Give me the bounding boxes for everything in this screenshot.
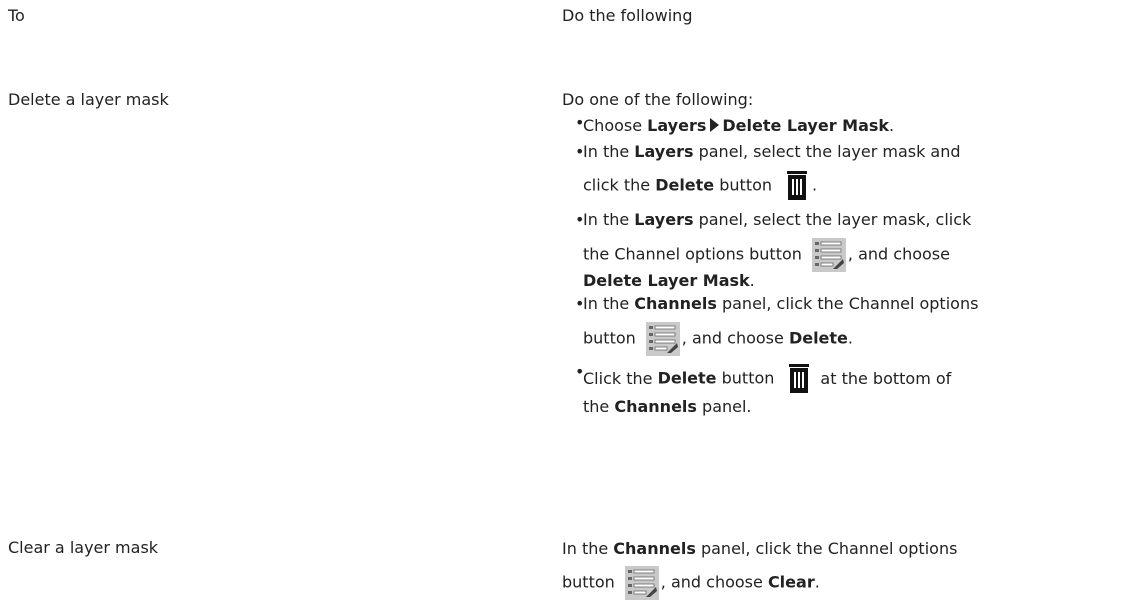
menu-delete-layer-mask: Delete Layer Mask — [722, 116, 890, 135]
channel-options-icon — [645, 322, 680, 356]
list-item: • In the Channels panel, click the Chann… — [575, 294, 979, 313]
list-item-continued: Delete Layer Mask. — [583, 271, 755, 290]
task-clear-layer-mask: Clear a layer mask — [8, 538, 159, 557]
list-item-continued: the Channel options button, and choose — [583, 238, 950, 272]
list-item-continued: the Channels panel. — [583, 397, 752, 416]
task-delete-layer-mask: Delete a layer mask — [8, 90, 169, 109]
do-one-of-following: Do one of the following: — [562, 90, 754, 109]
channel-options-icon — [811, 238, 846, 272]
channel-options-icon — [624, 566, 659, 600]
header-to: To — [8, 6, 25, 25]
list-item-continued: click the Delete button. — [583, 171, 817, 201]
list-item: • Choose Layers Delete Layer Mask. — [575, 113, 895, 135]
trash-icon — [788, 364, 810, 394]
trash-icon — [786, 171, 808, 201]
clear-instructions-line2: button, and choose Clear. — [562, 566, 820, 600]
header-do-the-following: Do the following — [562, 6, 693, 25]
bullet-list: • Choose Layers Delete Layer Mask. • In t… — [575, 113, 1095, 455]
menu-arrow-icon — [710, 118, 720, 132]
clear-instructions-line1: In the Channels panel, click the Channel… — [562, 539, 958, 558]
list-item-continued: button, and choose Delete. — [583, 322, 853, 356]
list-item: • Click the Delete button at the bottom o… — [575, 362, 951, 394]
list-item: • In the Layers panel, select the layer … — [575, 210, 972, 229]
menu-layers: Layers — [647, 116, 707, 135]
list-item: • In the Layers panel, select the layer … — [575, 142, 961, 161]
